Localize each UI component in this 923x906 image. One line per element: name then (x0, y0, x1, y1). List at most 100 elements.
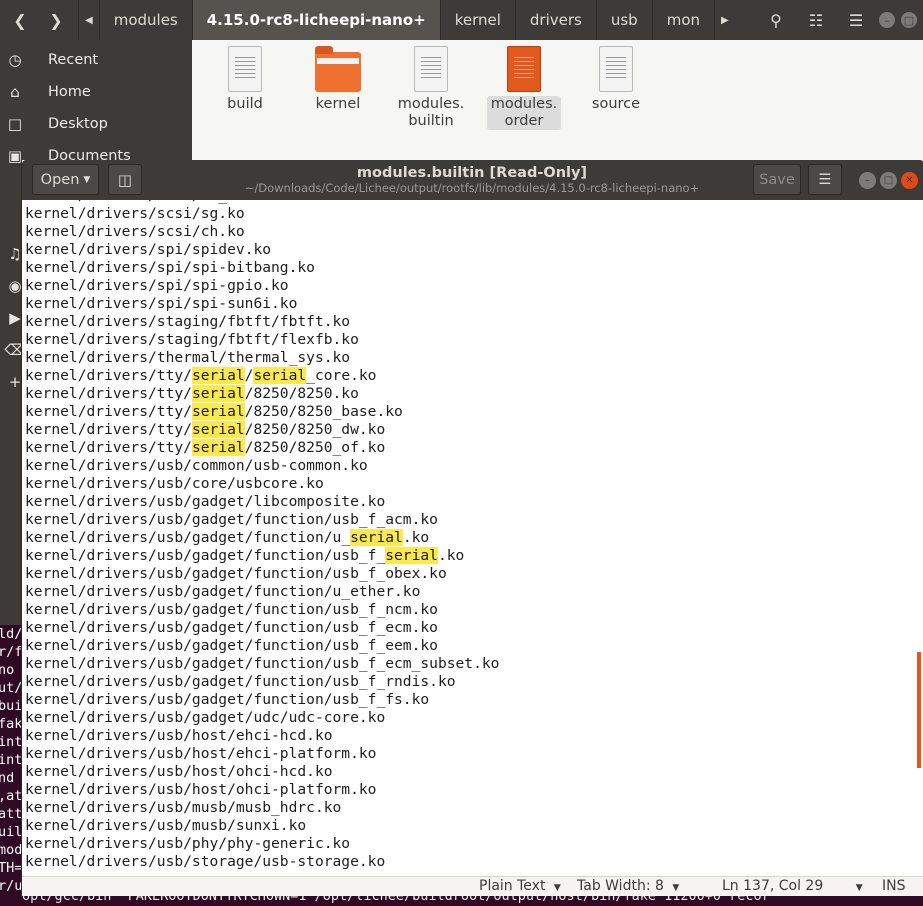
triangle-left-icon: ◀ (85, 14, 93, 26)
text-line: kernel/drivers/usb/storage/usb-storage.k… (25, 853, 386, 870)
triangle-down-icon: ▼ (672, 883, 680, 893)
view-toggle-button[interactable]: ☷ (799, 4, 833, 36)
terminal-line: ld/ (0, 626, 22, 642)
sidebar-item-label: Home (48, 84, 91, 100)
text-line: kernel/drivers/spi/spidev.ko (25, 241, 272, 258)
text-line: kernel/drivers/usb/common/usb-common.ko (25, 457, 368, 474)
minimize-button[interactable]: – (879, 12, 895, 28)
text-line: kernel/drivers/usb/host/ehci-platform.ko (25, 745, 377, 762)
forward-button[interactable]: ❯ (40, 4, 72, 36)
maximize-icon: □ (903, 13, 915, 27)
terminal-line: fak (0, 716, 22, 732)
language-selector[interactable]: Plain Text ▼ (479, 878, 561, 894)
search-match-highlight: serial (191, 367, 245, 384)
cursor-position-label: Ln 137, Col 29 (722, 878, 824, 894)
breadcrumb: ◀ modules 4.15.0-rc8-licheepi-nano+ kernel… (78, 0, 735, 40)
text-line: kernel/drivers/usb/host/ohci-hcd.ko (25, 763, 333, 780)
breadcrumb-scroll-right[interactable]: ▶ (714, 0, 735, 40)
clock-icon: ◷ (8, 51, 22, 69)
text-view[interactable]: kernel/drivers/scsi/sd_mod.kokernel/driv… (23, 200, 921, 876)
terminal-line: TH= (0, 860, 22, 876)
text-file-icon (228, 46, 262, 92)
text-line: kernel/drivers/usb/host/ehci-hcd.ko (25, 727, 333, 744)
text-line: kernel/drivers/scsi/sg.ko (25, 205, 245, 222)
terminal-line: int (0, 752, 22, 768)
gedit-window: Open ▼ ◫ modules.builtin [Read-Only] ~/D… (21, 160, 923, 896)
breadcrumb-item[interactable]: usb (595, 0, 652, 40)
text-line: kernel/drivers/usb/gadget/function/usb_f… (25, 619, 438, 636)
sidebar-item-label: Recent (48, 52, 99, 68)
file-item[interactable]: modules. order (479, 46, 569, 130)
terminal-command-line: opt/gcc/bin" FAKEROOTDONTTRYCHOWN=1 /opt… (22, 896, 770, 904)
text-line: kernel/drivers/usb/gadget/libcomposite.k… (25, 493, 386, 510)
file-item[interactable]: build (200, 46, 290, 113)
text-line: kernel/drivers/usb/host/ohci-platform.ko (25, 781, 377, 798)
chevron-right-icon: ❯ (49, 10, 63, 30)
text-line: kernel/drivers/spi/spi-sun6i.ko (25, 295, 298, 312)
hamburger-icon: ☰ (818, 171, 832, 188)
breadcrumb-item[interactable]: mon (651, 0, 714, 40)
text-line: kernel/drivers/usb/core/usbcore.ko (25, 475, 324, 492)
sidebar-item-desktop[interactable]: □ Desktop (0, 108, 192, 140)
search-button[interactable]: ⚲ (759, 4, 793, 36)
back-button[interactable]: ❮ (4, 4, 36, 36)
insert-mode-indicator[interactable]: INS (882, 878, 906, 894)
text-line: kernel/drivers/tty/serial/8250/8250_dw.k… (25, 421, 386, 438)
file-manager-header: ❮ ❯ ◀ modules 4.15.0-rc8-licheepi-nano+ ke… (0, 0, 923, 40)
triangle-down-icon: ▼ (83, 174, 91, 185)
maximize-button[interactable]: □ (880, 172, 897, 189)
breadcrumb-item[interactable]: drivers (514, 0, 596, 40)
text-line: kernel/drivers/usb/gadget/function/usb_f… (25, 565, 447, 582)
minimize-icon: – (884, 13, 890, 27)
sidebar-item-label: Desktop (48, 116, 108, 132)
search-match-highlight: serial (253, 367, 307, 384)
open-button-label: Open (40, 171, 80, 188)
file-name: kernel (315, 96, 361, 112)
search-match-highlight: serial (385, 547, 438, 564)
sidebar-item-home[interactable]: ⌂ Home (0, 76, 192, 108)
breadcrumb-item[interactable]: modules (98, 0, 192, 40)
maximize-icon: □ (883, 175, 894, 186)
list-view-icon: ☷ (808, 10, 824, 30)
text-file-icon (414, 46, 448, 92)
text-line: kernel/drivers/tty/serial/serial_core.ko (25, 367, 377, 384)
new-tab-icon: ◫ (117, 170, 133, 189)
text-line: kernel/drivers/usb/gadget/function/u_ser… (25, 529, 430, 546)
save-button[interactable]: Save (753, 164, 801, 195)
breadcrumb-scroll-left[interactable]: ◀ (78, 0, 99, 40)
text-line: kernel/drivers/staging/fbtft/flexfb.ko (25, 331, 359, 348)
terminal-line: r/f (0, 644, 22, 660)
scrollbar-thumb[interactable] (917, 652, 921, 768)
new-document-button[interactable]: ◫ (108, 164, 142, 195)
text-line: kernel/drivers/usb/gadget/function/u_eth… (25, 583, 421, 600)
file-item[interactable]: modules. builtin (386, 46, 476, 130)
breadcrumb-item[interactable]: 4.15.0-rc8-licheepi-nano+ (191, 0, 440, 40)
close-button[interactable]: ✕ (901, 172, 918, 189)
text-file-icon (507, 46, 541, 92)
cursor-position-selector[interactable]: Ln 137, Col 29 ▼ (722, 878, 863, 894)
language-label: Plain Text (479, 878, 546, 894)
search-match-highlight: serial (191, 421, 245, 438)
window-title: modules.builtin [Read-Only] (356, 165, 588, 181)
text-line: kernel/drivers/tty/serial/8250/8250_of.k… (25, 439, 386, 456)
search-match-highlight: serial (191, 403, 245, 420)
maximize-button[interactable]: □ (901, 12, 917, 28)
terminal-bottom-strip: opt/gcc/bin" FAKEROOTDONTTRYCHOWN=1 /opt… (22, 896, 923, 906)
file-item[interactable]: source (571, 46, 661, 113)
text-line: kernel/drivers/spi/spi-gpio.ko (25, 277, 289, 294)
terminal-line: nd (0, 770, 15, 786)
menu-button[interactable]: ☰ (839, 4, 873, 36)
minimize-button[interactable]: – (859, 172, 876, 189)
sidebar-item-recent[interactable]: ◷ Recent (0, 44, 192, 76)
tab-width-selector[interactable]: Tab Width: 8 ▼ (577, 878, 679, 894)
text-line: kernel/drivers/usb/musb/musb_hdrc.ko (25, 799, 342, 816)
breadcrumb-item[interactable]: kernel (439, 0, 515, 40)
open-button[interactable]: Open ▼ (32, 164, 99, 195)
text-lines: kernel/drivers/scsi/sd_mod.kokernel/driv… (25, 200, 499, 871)
file-item[interactable]: kernel (293, 46, 383, 113)
chevron-left-icon: ❮ (13, 10, 27, 30)
desktop-screen: ❮ ❯ ◀ modules 4.15.0-rc8-licheepi-nano+ ke… (0, 0, 923, 906)
window-subtitle: ~/Downloads/Code/Lichee/output/rootfs/li… (244, 181, 700, 195)
text-line: kernel/drivers/tty/serial/8250/8250_base… (25, 403, 403, 420)
gedit-menu-button[interactable]: ☰ (808, 164, 842, 195)
